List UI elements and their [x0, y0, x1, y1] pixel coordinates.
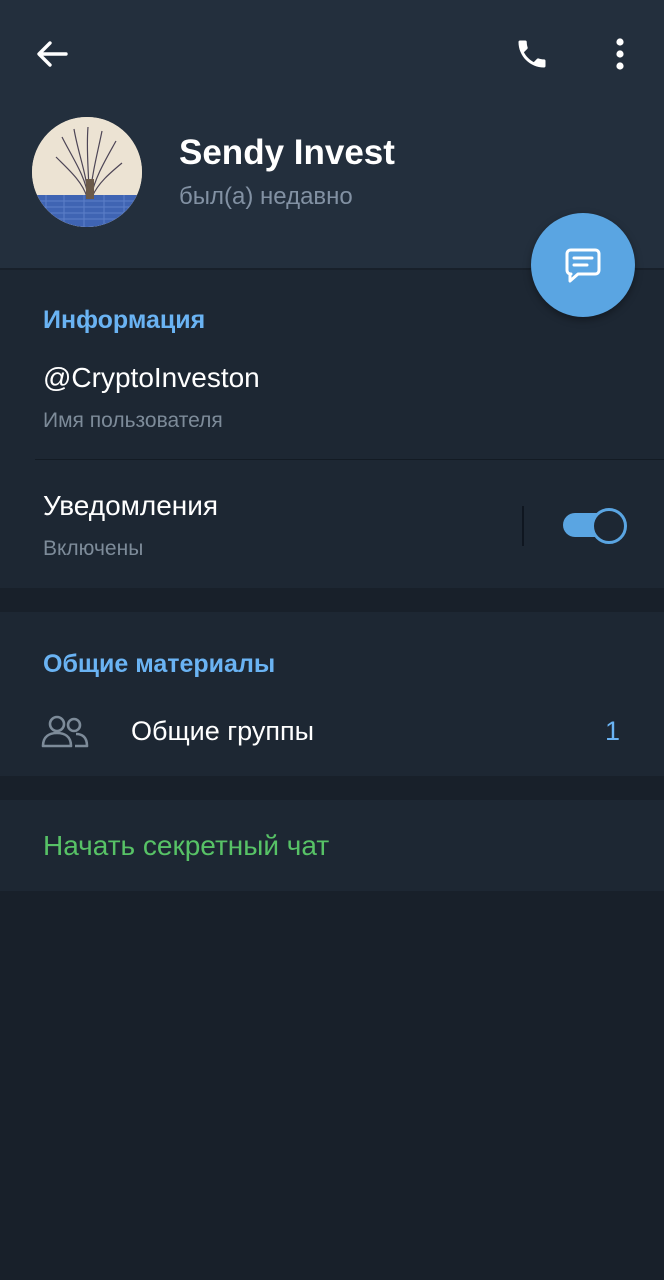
phone-icon	[518, 40, 546, 68]
profile-status: был(а) недавно	[179, 183, 353, 210]
start-secret-chat-button[interactable]: Начать секретный чат	[43, 830, 329, 862]
notifications-toggle[interactable]	[563, 507, 627, 544]
message-icon	[565, 248, 601, 283]
common-groups-count: 1	[604, 716, 620, 746]
arrow-left-icon	[37, 41, 68, 67]
notifications-status: Включены	[43, 537, 144, 560]
row-divider	[35, 459, 664, 460]
shared-media-section: Общие материалы Общие группы 1	[0, 612, 664, 776]
send-message-button[interactable]	[531, 213, 635, 317]
toggle-knob	[591, 508, 627, 544]
avatar[interactable]	[32, 117, 142, 227]
profile-name: Sendy Invest	[179, 133, 395, 172]
common-groups-label: Общие группы	[131, 716, 314, 746]
avatar-photo	[32, 117, 142, 227]
common-groups-row[interactable]: Общие группы 1	[0, 700, 664, 764]
username-value: @CryptoInveston	[43, 362, 260, 393]
info-section: Информация @CryptoInveston Имя пользоват…	[0, 270, 664, 588]
username-caption: Имя пользователя	[43, 409, 223, 432]
toggle-divider	[522, 506, 524, 546]
group-icon	[41, 715, 89, 748]
info-section-title: Информация	[43, 306, 206, 334]
more-vertical-icon	[616, 38, 624, 70]
shared-section-title: Общие материалы	[43, 650, 276, 678]
secret-chat-section: Начать секретный чат	[0, 800, 664, 891]
more-button[interactable]	[598, 30, 642, 78]
call-button[interactable]	[506, 30, 558, 78]
notifications-label: Уведомления	[43, 490, 219, 521]
back-button[interactable]	[26, 30, 78, 78]
